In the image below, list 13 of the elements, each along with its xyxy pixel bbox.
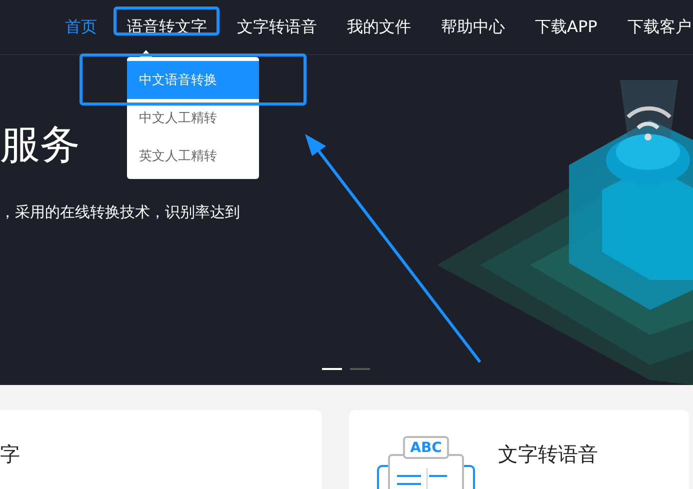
menu-item[interactable]: 中文人工精转 [127, 99, 259, 137]
card-title: 文字转语音 [498, 441, 598, 468]
nav-item[interactable]: 帮助中心 [441, 16, 505, 38]
nav-item[interactable]: 文字转语音 [237, 16, 317, 38]
nav-item[interactable]: 首页 [65, 16, 97, 38]
nav-item[interactable]: 下载APP [535, 16, 598, 38]
nav-item[interactable]: 下载客户 [627, 16, 692, 38]
hero-description: ，采用的在线转换技术，识别率达到 [0, 203, 240, 222]
hero-title: 服务 [0, 121, 80, 170]
speech-bubble-icon: ABC [403, 436, 449, 459]
card-title: 字 [0, 441, 20, 468]
menu-item[interactable]: 英文人工精转 [127, 137, 259, 175]
nav-item[interactable]: 我的文件 [347, 16, 411, 38]
